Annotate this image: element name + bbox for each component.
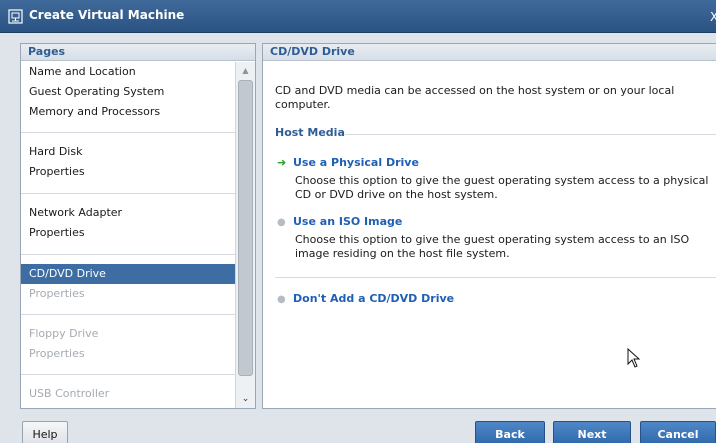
pages-panel: Pages Name and Location Guest Operating …: [20, 43, 256, 409]
page-item-floppy-properties[interactable]: Properties: [21, 344, 235, 364]
vm-icon: [8, 9, 23, 24]
scroll-down-icon[interactable]: ⌄: [236, 392, 255, 406]
help-button[interactable]: Help: [22, 421, 68, 443]
option-physical-drive[interactable]: ➜ Use a Physical Drive: [277, 156, 419, 169]
page-item-hard-disk-properties[interactable]: Properties: [21, 162, 235, 182]
section-divider: [345, 134, 716, 135]
bullet-icon: ●: [277, 294, 286, 305]
pages-header: Pages: [21, 44, 255, 61]
scroll-up-icon[interactable]: ▲: [236, 64, 255, 78]
mouse-pointer-icon: [627, 348, 641, 368]
option-description: Choose this option to give the guest ope…: [295, 233, 690, 260]
list-divider: [21, 132, 235, 133]
page-item-network-properties[interactable]: Properties: [21, 223, 235, 243]
options-divider: [275, 277, 716, 278]
content-description: CD and DVD media can be accessed on the …: [275, 84, 675, 111]
list-divider: [21, 374, 235, 375]
page-item-guest-os[interactable]: Guest Operating System: [21, 82, 235, 102]
option-label: Use a Physical Drive: [293, 156, 419, 169]
bullet-icon: ●: [277, 217, 286, 228]
close-icon[interactable]: X: [710, 10, 716, 24]
next-button[interactable]: Next: [553, 421, 631, 443]
option-no-cd-dvd[interactable]: ● Don't Add a CD/DVD Drive: [277, 292, 454, 305]
list-divider: [21, 254, 235, 255]
back-button[interactable]: Back: [475, 421, 545, 443]
arrow-right-icon: ➜: [277, 156, 287, 169]
page-item-floppy-drive[interactable]: Floppy Drive: [21, 324, 235, 344]
window-title: Create Virtual Machine: [29, 8, 185, 22]
option-label: Don't Add a CD/DVD Drive: [293, 292, 455, 305]
page-item-hard-disk[interactable]: Hard Disk: [21, 142, 235, 162]
cancel-button[interactable]: Cancel: [640, 421, 716, 443]
pages-list: Name and Location Guest Operating System…: [21, 62, 235, 408]
content-panel: CD/DVD Drive CD and DVD media can be acc…: [262, 43, 716, 409]
scrollbar-thumb[interactable]: [238, 80, 253, 376]
list-divider: [21, 314, 235, 315]
page-item-network-adapter[interactable]: Network Adapter: [21, 203, 235, 223]
page-item-cd-dvd-drive[interactable]: CD/DVD Drive: [21, 264, 235, 284]
page-item-usb-controller[interactable]: USB Controller: [21, 384, 235, 404]
content-header: CD/DVD Drive: [263, 44, 716, 61]
page-item-memory-processors[interactable]: Memory and Processors: [21, 102, 235, 122]
option-label: Use an ISO Image: [293, 215, 403, 228]
button-bar: Help Back Next Cancel: [0, 413, 716, 443]
pages-scrollbar[interactable]: ▲ ⌄: [235, 62, 255, 408]
page-item-name-location[interactable]: Name and Location: [21, 62, 235, 82]
option-iso-image[interactable]: ● Use an ISO Image: [277, 215, 402, 228]
title-bar: Create Virtual Machine X: [0, 0, 716, 33]
host-media-title: Host Media: [275, 126, 345, 139]
list-divider: [21, 193, 235, 194]
option-description: Choose this option to give the guest ope…: [295, 174, 709, 201]
page-item-cd-dvd-properties[interactable]: Properties: [21, 284, 235, 304]
